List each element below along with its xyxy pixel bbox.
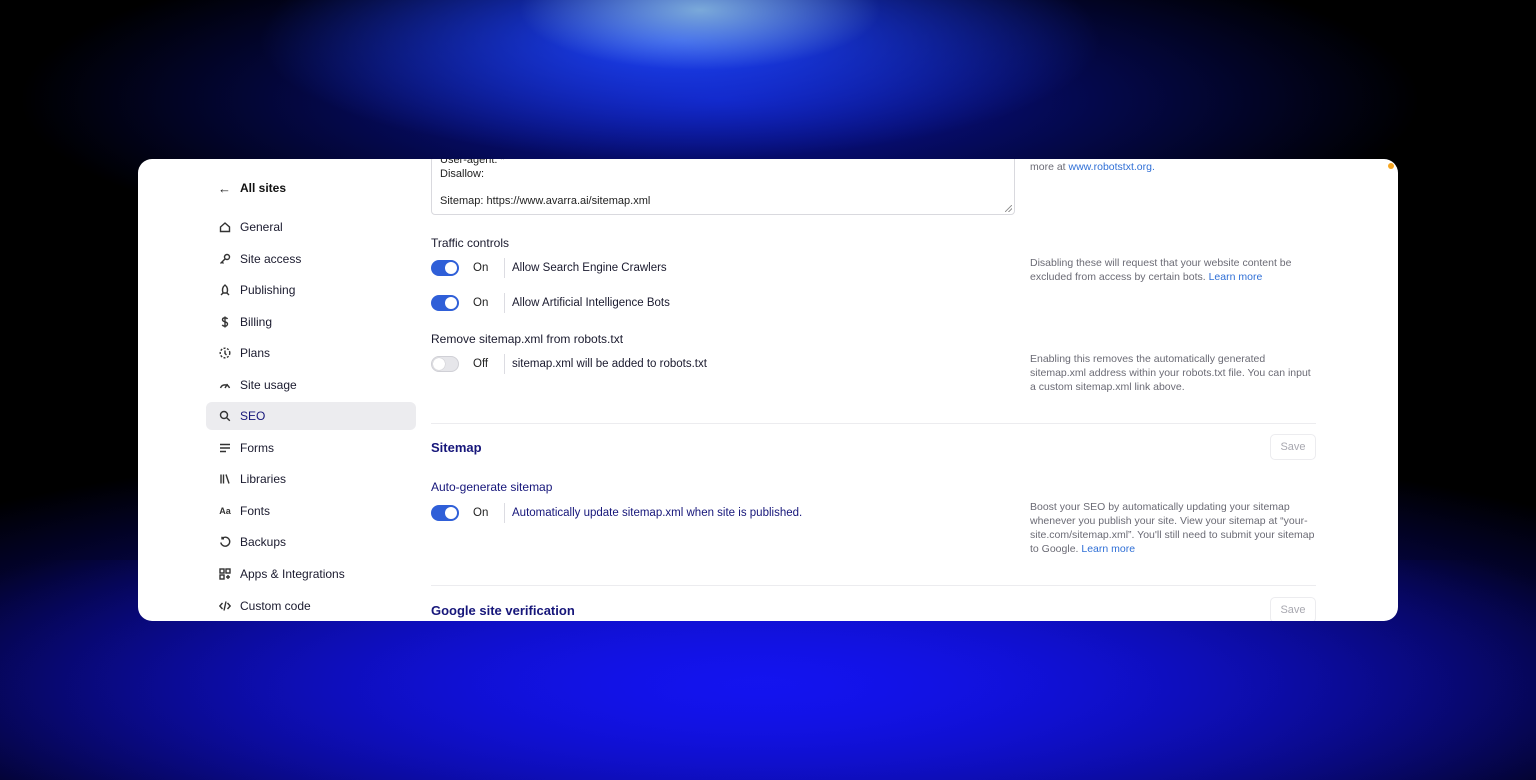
traffic-controls-label: Traffic controls: [431, 236, 510, 250]
sidebar-item-site-access[interactable]: Site access: [206, 245, 416, 273]
arrow-left-icon: ←: [218, 180, 231, 196]
robots-help-text: more at www.robotstxt.org.: [1030, 160, 1316, 174]
fonts-icon: Aa: [219, 506, 231, 516]
verification-section-title: Google site verification: [431, 603, 575, 618]
auto-generate-row: On Automatically update sitemap.xml when…: [431, 503, 802, 523]
forms-icon: [218, 441, 232, 455]
sidebar-item-label: Fonts: [240, 504, 271, 518]
ai-bots-toggle[interactable]: [431, 295, 459, 311]
toggle-description: Allow Artificial Intelligence Bots: [512, 297, 670, 309]
sitemap-save-button[interactable]: Save: [1270, 434, 1316, 460]
robots-help-prefix: more at: [1030, 161, 1069, 173]
toggle-description: sitemap.xml will be added to robots.txt: [512, 358, 707, 370]
sidebar-item-label: Plans: [240, 346, 271, 360]
toggle-description: Allow Search Engine Crawlers: [512, 262, 667, 274]
sitemap-section-title: Sitemap: [431, 440, 482, 455]
sidebar-item-billing[interactable]: Billing: [206, 308, 416, 336]
sidebar-item-seo[interactable]: SEO: [206, 402, 416, 430]
search-icon: [218, 409, 232, 423]
backup-icon: [218, 535, 232, 549]
sidebar: ← All sites General Site access Publishi…: [206, 159, 418, 621]
sidebar-item-plans[interactable]: Plans: [206, 339, 416, 367]
sidebar-item-label: Custom code: [240, 599, 311, 613]
sidebar-item-forms[interactable]: Forms: [206, 434, 416, 462]
home-icon: [218, 220, 232, 234]
remove-sitemap-toggle[interactable]: [431, 356, 459, 372]
sidebar-item-label: Publishing: [240, 283, 296, 297]
section-divider: [431, 423, 1316, 424]
robots-txt-textarea[interactable]: User-agent: * Disallow: Sitemap: https:/…: [431, 159, 1015, 215]
sidebar-item-label: Forms: [240, 441, 274, 455]
section-divider: [431, 585, 1316, 586]
key-icon: [218, 252, 232, 266]
traffic-learn-more-link[interactable]: Learn more: [1209, 271, 1263, 283]
search-crawlers-toggle[interactable]: [431, 260, 459, 276]
code-icon: [218, 599, 232, 613]
dollar-icon: [218, 315, 232, 329]
sitemap-learn-more-link[interactable]: Learn more: [1081, 543, 1135, 555]
auto-generate-toggle[interactable]: [431, 505, 459, 521]
robotstxt-link[interactable]: www.robotstxt.org.: [1069, 161, 1155, 173]
sidebar-item-label: Site usage: [240, 378, 297, 392]
apps-icon: [218, 567, 232, 581]
auto-generate-label: Auto-generate sitemap: [431, 480, 553, 494]
sidebar-item-custom-code[interactable]: Custom code: [206, 592, 416, 620]
toggle-description: Automatically update sitemap.xml when si…: [512, 507, 803, 519]
rocket-icon: [218, 283, 232, 297]
robots-line: [440, 181, 1006, 195]
gauge-icon: [218, 378, 232, 392]
sidebar-item-label: Billing: [240, 315, 273, 329]
verification-save-button[interactable]: Save: [1270, 597, 1316, 621]
sidebar-item-publishing[interactable]: Publishing: [206, 276, 416, 304]
traffic-help-text: Disabling these will request that your w…: [1030, 256, 1316, 284]
resize-handle-icon[interactable]: [1005, 205, 1012, 212]
sidebar-item-label: General: [240, 220, 283, 234]
sidebar-item-fonts[interactable]: Aa Fonts: [206, 497, 416, 525]
robots-line: Sitemap: https://www.avarra.ai/sitemap.x…: [440, 194, 651, 207]
back-label: All sites: [240, 181, 287, 195]
libraries-icon: [218, 472, 232, 486]
robots-line: User-agent: *: [440, 159, 505, 166]
sidebar-item-apps-integrations[interactable]: Apps & Integrations: [206, 560, 416, 588]
remove-sitemap-row: Off sitemap.xml will be added to robots.…: [431, 354, 707, 374]
sidebar-item-label: Apps & Integrations: [240, 567, 345, 581]
status-dot: [1388, 163, 1394, 169]
sidebar-item-backups[interactable]: Backups: [206, 528, 416, 556]
sitemap-help-body: Boost your SEO by automatically updating…: [1030, 501, 1315, 555]
sidebar-item-label: Backups: [240, 535, 287, 549]
sidebar-item-site-usage[interactable]: Site usage: [206, 371, 416, 399]
remove-sitemap-label: Remove sitemap.xml from robots.txt: [431, 332, 624, 346]
search-crawlers-row: On Allow Search Engine Crawlers: [431, 258, 667, 278]
sidebar-item-label: Libraries: [240, 472, 287, 486]
settings-window: ← All sites General Site access Publishi…: [138, 159, 1398, 621]
sidebar-item-label: Site access: [240, 252, 302, 266]
seo-settings-content: User-agent: * Disallow: Sitemap: https:/…: [431, 159, 1316, 621]
toggle-state: On: [473, 297, 489, 309]
sidebar-item-general[interactable]: General: [206, 213, 416, 241]
toggle-state: On: [473, 262, 489, 274]
toggle-state: On: [473, 507, 489, 519]
robots-line: Disallow:: [440, 167, 485, 180]
sidebar-item-label: SEO: [240, 409, 266, 423]
plans-icon: [218, 346, 232, 360]
sidebar-item-libraries[interactable]: Libraries: [206, 465, 416, 493]
ai-bots-row: On Allow Artificial Intelligence Bots: [431, 293, 670, 313]
back-to-all-sites[interactable]: ← All sites: [218, 179, 286, 197]
remove-sitemap-help-text: Enabling this removes the automatically …: [1030, 353, 1311, 393]
toggle-state: Off: [473, 358, 489, 370]
sitemap-help-text: Boost your SEO by automatically updating…: [1030, 500, 1316, 556]
